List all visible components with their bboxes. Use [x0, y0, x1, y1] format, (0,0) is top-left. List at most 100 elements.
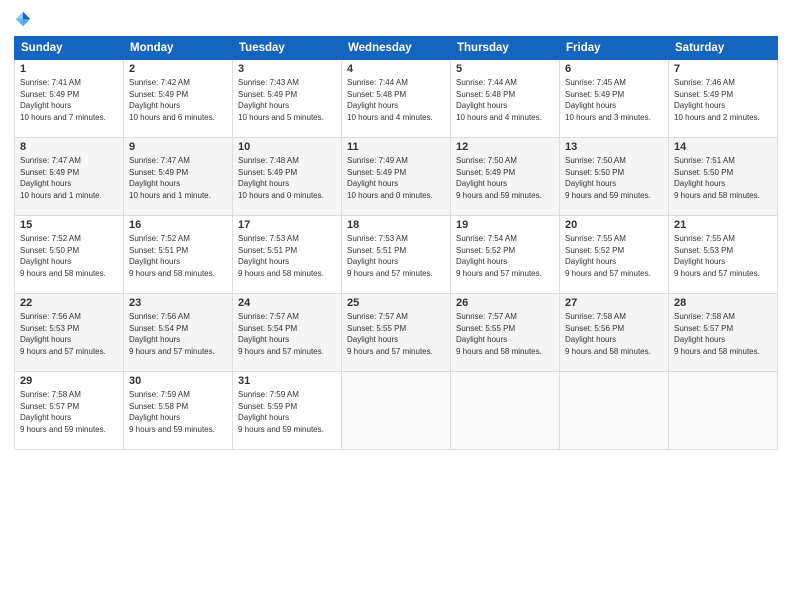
calendar-cell: 27 Sunrise: 7:58 AM Sunset: 5:56 PM Dayl… [560, 294, 669, 372]
day-number: 3 [238, 63, 336, 75]
calendar-cell: 16 Sunrise: 7:52 AM Sunset: 5:51 PM Dayl… [124, 216, 233, 294]
day-number: 22 [20, 297, 118, 309]
calendar-cell: 1 Sunrise: 7:41 AM Sunset: 5:49 PM Dayli… [15, 60, 124, 138]
day-number: 2 [129, 63, 227, 75]
day-number: 19 [456, 219, 554, 231]
day-number: 31 [238, 375, 336, 387]
day-number: 18 [347, 219, 445, 231]
day-info: Sunrise: 7:57 AM Sunset: 5:55 PM Dayligh… [456, 311, 554, 357]
day-number: 11 [347, 141, 445, 153]
calendar-cell: 2 Sunrise: 7:42 AM Sunset: 5:49 PM Dayli… [124, 60, 233, 138]
calendar-cell: 10 Sunrise: 7:48 AM Sunset: 5:49 PM Dayl… [233, 138, 342, 216]
day-info: Sunrise: 7:58 AM Sunset: 5:57 PM Dayligh… [674, 311, 772, 357]
day-info: Sunrise: 7:43 AM Sunset: 5:49 PM Dayligh… [238, 77, 336, 123]
calendar-cell [669, 372, 778, 450]
calendar-cell: 11 Sunrise: 7:49 AM Sunset: 5:49 PM Dayl… [342, 138, 451, 216]
day-number: 21 [674, 219, 772, 231]
day-number: 6 [565, 63, 663, 75]
day-number: 15 [20, 219, 118, 231]
calendar-cell: 28 Sunrise: 7:58 AM Sunset: 5:57 PM Dayl… [669, 294, 778, 372]
day-number: 25 [347, 297, 445, 309]
day-number: 26 [456, 297, 554, 309]
day-info: Sunrise: 7:46 AM Sunset: 5:49 PM Dayligh… [674, 77, 772, 123]
day-number: 16 [129, 219, 227, 231]
day-number: 5 [456, 63, 554, 75]
day-info: Sunrise: 7:58 AM Sunset: 5:57 PM Dayligh… [20, 389, 118, 435]
day-info: Sunrise: 7:57 AM Sunset: 5:54 PM Dayligh… [238, 311, 336, 357]
calendar-cell: 9 Sunrise: 7:47 AM Sunset: 5:49 PM Dayli… [124, 138, 233, 216]
calendar-cell: 6 Sunrise: 7:45 AM Sunset: 5:49 PM Dayli… [560, 60, 669, 138]
calendar-cell: 29 Sunrise: 7:58 AM Sunset: 5:57 PM Dayl… [15, 372, 124, 450]
logo-icon [14, 10, 32, 28]
day-info: Sunrise: 7:53 AM Sunset: 5:51 PM Dayligh… [347, 233, 445, 279]
day-number: 1 [20, 63, 118, 75]
day-number: 30 [129, 375, 227, 387]
calendar-cell: 24 Sunrise: 7:57 AM Sunset: 5:54 PM Dayl… [233, 294, 342, 372]
day-info: Sunrise: 7:52 AM Sunset: 5:50 PM Dayligh… [20, 233, 118, 279]
day-info: Sunrise: 7:56 AM Sunset: 5:54 PM Dayligh… [129, 311, 227, 357]
weekday-header: Saturday [669, 37, 778, 60]
calendar-cell: 30 Sunrise: 7:59 AM Sunset: 5:58 PM Dayl… [124, 372, 233, 450]
weekday-header: Wednesday [342, 37, 451, 60]
calendar-cell: 25 Sunrise: 7:57 AM Sunset: 5:55 PM Dayl… [342, 294, 451, 372]
weekday-header: Tuesday [233, 37, 342, 60]
calendar-cell: 23 Sunrise: 7:56 AM Sunset: 5:54 PM Dayl… [124, 294, 233, 372]
day-number: 28 [674, 297, 772, 309]
calendar-cell: 21 Sunrise: 7:55 AM Sunset: 5:53 PM Dayl… [669, 216, 778, 294]
day-info: Sunrise: 7:47 AM Sunset: 5:49 PM Dayligh… [20, 155, 118, 201]
calendar-cell: 18 Sunrise: 7:53 AM Sunset: 5:51 PM Dayl… [342, 216, 451, 294]
calendar-cell: 13 Sunrise: 7:50 AM Sunset: 5:50 PM Dayl… [560, 138, 669, 216]
calendar-cell: 26 Sunrise: 7:57 AM Sunset: 5:55 PM Dayl… [451, 294, 560, 372]
calendar-header-row: SundayMondayTuesdayWednesdayThursdayFrid… [15, 37, 778, 60]
day-number: 29 [20, 375, 118, 387]
weekday-header: Sunday [15, 37, 124, 60]
calendar-cell: 31 Sunrise: 7:59 AM Sunset: 5:59 PM Dayl… [233, 372, 342, 450]
day-number: 13 [565, 141, 663, 153]
day-number: 7 [674, 63, 772, 75]
page-header [14, 10, 778, 28]
weekday-header: Thursday [451, 37, 560, 60]
calendar-cell: 22 Sunrise: 7:56 AM Sunset: 5:53 PM Dayl… [15, 294, 124, 372]
calendar-cell: 5 Sunrise: 7:44 AM Sunset: 5:48 PM Dayli… [451, 60, 560, 138]
calendar-cell: 12 Sunrise: 7:50 AM Sunset: 5:49 PM Dayl… [451, 138, 560, 216]
calendar-cell [451, 372, 560, 450]
calendar-body: 1 Sunrise: 7:41 AM Sunset: 5:49 PM Dayli… [15, 60, 778, 450]
calendar-cell: 7 Sunrise: 7:46 AM Sunset: 5:49 PM Dayli… [669, 60, 778, 138]
day-number: 8 [20, 141, 118, 153]
day-number: 9 [129, 141, 227, 153]
day-info: Sunrise: 7:48 AM Sunset: 5:49 PM Dayligh… [238, 155, 336, 201]
day-info: Sunrise: 7:55 AM Sunset: 5:52 PM Dayligh… [565, 233, 663, 279]
calendar-cell [560, 372, 669, 450]
day-info: Sunrise: 7:53 AM Sunset: 5:51 PM Dayligh… [238, 233, 336, 279]
day-info: Sunrise: 7:56 AM Sunset: 5:53 PM Dayligh… [20, 311, 118, 357]
day-info: Sunrise: 7:45 AM Sunset: 5:49 PM Dayligh… [565, 77, 663, 123]
calendar-table: SundayMondayTuesdayWednesdayThursdayFrid… [14, 36, 778, 450]
calendar-cell: 20 Sunrise: 7:55 AM Sunset: 5:52 PM Dayl… [560, 216, 669, 294]
day-info: Sunrise: 7:52 AM Sunset: 5:51 PM Dayligh… [129, 233, 227, 279]
day-number: 17 [238, 219, 336, 231]
day-info: Sunrise: 7:54 AM Sunset: 5:52 PM Dayligh… [456, 233, 554, 279]
day-info: Sunrise: 7:44 AM Sunset: 5:48 PM Dayligh… [347, 77, 445, 123]
calendar-week-row: 8 Sunrise: 7:47 AM Sunset: 5:49 PM Dayli… [15, 138, 778, 216]
day-info: Sunrise: 7:58 AM Sunset: 5:56 PM Dayligh… [565, 311, 663, 357]
day-number: 10 [238, 141, 336, 153]
day-number: 14 [674, 141, 772, 153]
calendar-week-row: 15 Sunrise: 7:52 AM Sunset: 5:50 PM Dayl… [15, 216, 778, 294]
day-info: Sunrise: 7:50 AM Sunset: 5:49 PM Dayligh… [456, 155, 554, 201]
day-info: Sunrise: 7:49 AM Sunset: 5:49 PM Dayligh… [347, 155, 445, 201]
day-info: Sunrise: 7:59 AM Sunset: 5:59 PM Dayligh… [238, 389, 336, 435]
day-info: Sunrise: 7:59 AM Sunset: 5:58 PM Dayligh… [129, 389, 227, 435]
day-number: 23 [129, 297, 227, 309]
calendar-cell: 17 Sunrise: 7:53 AM Sunset: 5:51 PM Dayl… [233, 216, 342, 294]
day-info: Sunrise: 7:55 AM Sunset: 5:53 PM Dayligh… [674, 233, 772, 279]
calendar-week-row: 29 Sunrise: 7:58 AM Sunset: 5:57 PM Dayl… [15, 372, 778, 450]
calendar-week-row: 1 Sunrise: 7:41 AM Sunset: 5:49 PM Dayli… [15, 60, 778, 138]
weekday-header: Friday [560, 37, 669, 60]
day-number: 24 [238, 297, 336, 309]
weekday-header: Monday [124, 37, 233, 60]
calendar-cell: 19 Sunrise: 7:54 AM Sunset: 5:52 PM Dayl… [451, 216, 560, 294]
calendar-cell: 3 Sunrise: 7:43 AM Sunset: 5:49 PM Dayli… [233, 60, 342, 138]
calendar-week-row: 22 Sunrise: 7:56 AM Sunset: 5:53 PM Dayl… [15, 294, 778, 372]
day-info: Sunrise: 7:50 AM Sunset: 5:50 PM Dayligh… [565, 155, 663, 201]
day-info: Sunrise: 7:44 AM Sunset: 5:48 PM Dayligh… [456, 77, 554, 123]
